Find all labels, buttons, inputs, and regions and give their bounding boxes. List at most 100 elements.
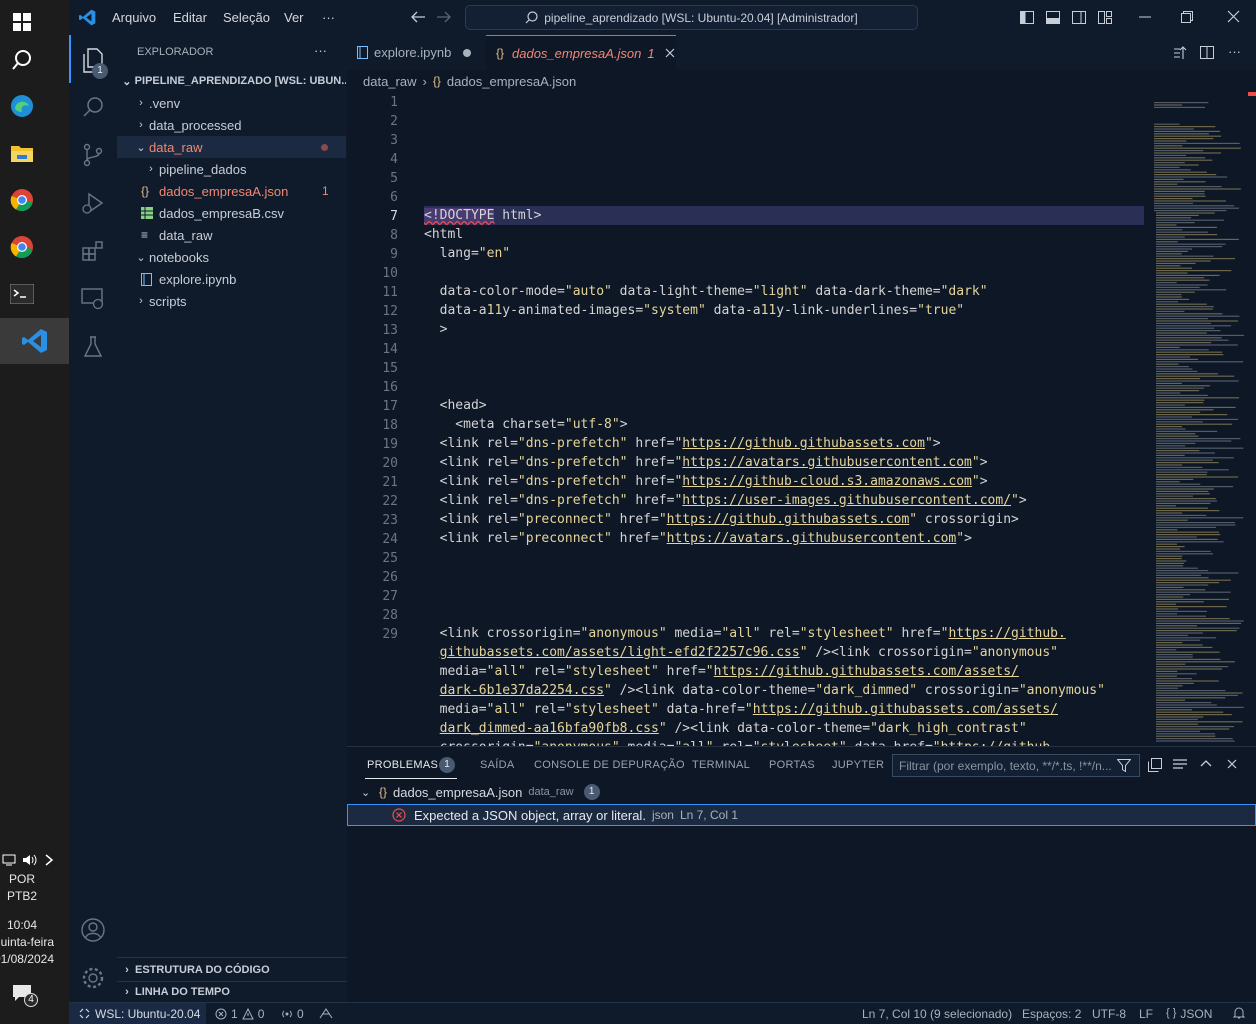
- customize-layout-icon[interactable]: [1098, 11, 1112, 24]
- file-explorer-icon[interactable]: [0, 131, 44, 175]
- tab-dados-empresaA[interactable]: {} dados_empresaA.json 1: [486, 35, 676, 70]
- menu-ver[interactable]: Ver: [284, 10, 304, 25]
- search-icon[interactable]: [69, 83, 117, 131]
- minimap-line: [1156, 481, 1180, 483]
- account-icon[interactable]: [69, 906, 117, 954]
- workspace-root[interactable]: ⌄ PIPELINE_APRENDIZADO [WSL: UBUN...: [117, 70, 346, 92]
- menu-arquivo[interactable]: Arquivo: [112, 10, 156, 25]
- line-number: 14: [382, 342, 398, 357]
- minimize-icon[interactable]: [1139, 11, 1151, 23]
- close-panel-icon[interactable]: [1227, 759, 1237, 769]
- tree-folder-notebooks[interactable]: ⌄ notebooks: [117, 246, 346, 268]
- problems-status[interactable]: 1 0: [215, 1007, 264, 1021]
- tree-folder-venv[interactable]: › .venv: [117, 92, 346, 114]
- breadcrumb-file[interactable]: dados_empresaA.json: [447, 74, 576, 89]
- toggle-panel-icon[interactable]: [1046, 11, 1060, 24]
- panel-tab-ports[interactable]: PORTAS: [769, 759, 815, 771]
- minimap-line: [1154, 140, 1187, 142]
- modified-dot-icon[interactable]: [463, 48, 472, 57]
- command-center[interactable]: pipeline_aprendizado [WSL: Ubuntu-20.04]…: [465, 5, 918, 30]
- minimap-line: [1154, 142, 1240, 144]
- run-debug-icon[interactable]: [69, 179, 117, 227]
- system-tray-icons[interactable]: [0, 850, 69, 870]
- tray-keyboard[interactable]: PTB2: [0, 889, 44, 903]
- problem-row[interactable]: Expected a JSON object, array or literal…: [347, 804, 1256, 826]
- settings-gear-icon[interactable]: [69, 954, 117, 1002]
- terminal-icon[interactable]: [0, 272, 44, 316]
- tab-explore-ipynb[interactable]: explore.ipynb: [347, 35, 486, 70]
- minimap-line: [1156, 613, 1178, 615]
- minimap-line: [1156, 399, 1205, 401]
- minimap-line: [1156, 529, 1178, 531]
- minimap-line: [1154, 154, 1186, 156]
- vscode-taskbar-icon[interactable]: [0, 318, 69, 364]
- problems-filter-input[interactable]: Filtrar (por exemplo, texto, **/*.ts, !*…: [892, 754, 1140, 777]
- timeline-section[interactable]: › LINHA DO TEMPO: [117, 981, 346, 1003]
- vertical-scrollbar[interactable]: [1248, 92, 1256, 746]
- panel-tab-debug-console[interactable]: CONSOLE DE DEPURAÇÃO: [534, 759, 685, 771]
- back-arrow-icon[interactable]: [410, 10, 426, 24]
- tree-file-dados-empresaA[interactable]: {} dados_empresaA.json 1: [117, 180, 346, 202]
- more-actions-icon[interactable]: ···: [1228, 44, 1241, 59]
- cursor-position[interactable]: Ln 7, Col 10 (9 selecionado): [862, 1007, 1012, 1021]
- line-number: 18: [382, 418, 398, 433]
- language-mode[interactable]: { } JSON: [1166, 1007, 1212, 1021]
- panel-tab-problems[interactable]: PROBLEMAS: [367, 759, 438, 771]
- tray-time[interactable]: 10:04: [0, 918, 44, 932]
- close-tab-icon[interactable]: [665, 48, 675, 58]
- minimap-line: [1154, 181, 1206, 183]
- compare-changes-icon[interactable]: [1173, 46, 1189, 60]
- tray-language[interactable]: POR: [0, 872, 44, 886]
- testing-icon[interactable]: [69, 323, 117, 371]
- tree-file-explore[interactable]: explore.ipynb: [117, 268, 346, 290]
- explorer-more-button[interactable]: ···: [314, 43, 327, 58]
- outline-section[interactable]: › ESTRUTURA DO CÓDIGO: [117, 959, 346, 981]
- edge-browser-icon[interactable]: [0, 84, 44, 128]
- toggle-sidebar-icon[interactable]: [1020, 11, 1034, 24]
- chrome-icon[interactable]: [0, 178, 44, 222]
- live-share-icon[interactable]: [319, 1007, 333, 1019]
- tree-file-dados-empresaB[interactable]: dados_empresaB.csv: [117, 202, 346, 224]
- breadcrumb-folder[interactable]: data_raw: [363, 74, 416, 89]
- tree-folder-pipeline-dados[interactable]: › pipeline_dados: [117, 158, 346, 180]
- view-as-tree-icon[interactable]: [1173, 759, 1187, 771]
- forward-arrow-icon[interactable]: [436, 10, 452, 24]
- ports-status[interactable]: 0: [281, 1007, 304, 1021]
- network-icon: [2, 854, 16, 866]
- minimap-line: [1156, 378, 1201, 380]
- panel-tab-terminal[interactable]: TERMINAL: [692, 759, 750, 771]
- error-count: 1: [231, 1007, 238, 1021]
- minimap[interactable]: [1152, 92, 1248, 746]
- remote-indicator[interactable]: WSL: Ubuntu-20.04: [69, 1003, 206, 1024]
- end-of-line[interactable]: LF: [1139, 1007, 1153, 1021]
- problems-file-row[interactable]: ⌄ {} dados_empresaA.json data_raw 1: [347, 781, 1256, 803]
- split-editor-icon[interactable]: [1200, 46, 1214, 59]
- search-icon[interactable]: [0, 38, 44, 82]
- explorer-icon[interactable]: 1: [69, 37, 117, 85]
- toggle-secondary-sidebar-icon[interactable]: [1072, 11, 1086, 24]
- panel-tab-jupyter[interactable]: JUPYTER: [832, 759, 884, 771]
- tree-folder-data-processed[interactable]: › data_processed: [117, 114, 346, 136]
- minimap-line: [1156, 318, 1209, 320]
- collapse-all-icon[interactable]: [1148, 758, 1162, 772]
- minimap-line: [1156, 322, 1211, 324]
- tree-folder-scripts[interactable]: › scripts: [117, 290, 346, 312]
- chrome-profile-icon[interactable]: [0, 225, 44, 269]
- notifications-bell-icon[interactable]: [1233, 1007, 1245, 1020]
- remote-explorer-icon[interactable]: [69, 275, 117, 323]
- menu-more[interactable]: ···: [322, 10, 335, 25]
- menu-editar[interactable]: Editar: [173, 10, 207, 25]
- encoding[interactable]: UTF-8: [1092, 1007, 1126, 1021]
- indentation[interactable]: Espaços: 2: [1022, 1007, 1081, 1021]
- panel-tab-output[interactable]: SAÍDA: [480, 759, 515, 771]
- menu-selecao[interactable]: Seleção: [223, 10, 270, 25]
- maximize-panel-icon[interactable]: [1200, 758, 1212, 768]
- code-editor[interactable]: 1 2 3 4 5 6 7 8 9 10 11 12 13 14 15 16 17 18 19 20 21 22 23 24 2…: [347, 92, 1256, 746]
- tree-folder-data-raw[interactable]: ⌄ data_raw: [117, 136, 346, 158]
- notification-center-icon[interactable]: 4: [12, 984, 42, 1010]
- close-window-icon[interactable]: [1227, 10, 1240, 23]
- tree-file-data-raw[interactable]: ≡ data_raw: [117, 224, 346, 246]
- restore-icon[interactable]: [1181, 11, 1193, 23]
- source-control-icon[interactable]: [69, 131, 117, 179]
- extensions-icon[interactable]: [69, 227, 117, 275]
